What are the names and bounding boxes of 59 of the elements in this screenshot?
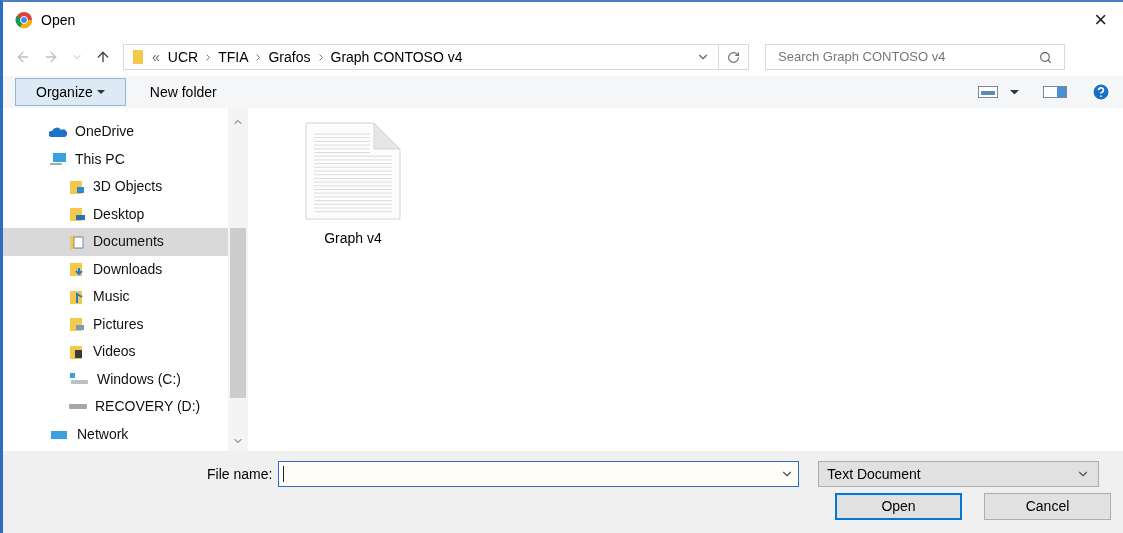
text-file-icon xyxy=(304,122,402,220)
breadcrumb-item[interactable]: UCR xyxy=(167,46,199,68)
tree-item[interactable]: RECOVERY (D:) xyxy=(3,393,228,421)
tree-item[interactable]: Downloads xyxy=(3,255,228,283)
file-type-dropdown[interactable]: Text Document xyxy=(818,461,1100,487)
view-icon[interactable] xyxy=(978,86,998,98)
scrollbar-thumb[interactable] xyxy=(230,228,246,398)
new-folder-button[interactable]: New folder xyxy=(149,81,217,103)
folder-icon xyxy=(69,206,85,223)
organize-button[interactable]: Organize xyxy=(15,78,126,106)
file-item[interactable]: Graph v4 xyxy=(298,122,408,411)
folder-icon xyxy=(132,49,144,65)
tree-item[interactable]: This PC xyxy=(3,145,228,173)
tree-item[interactable]: OneDrive xyxy=(3,118,228,146)
caret-icon xyxy=(96,90,105,94)
computer-icon xyxy=(49,152,67,167)
breadcrumb-item[interactable]: Graph CONTOSO v4 xyxy=(330,46,463,68)
preview-pane-icon[interactable] xyxy=(1043,86,1067,98)
tree-item[interactable]: Windows (C:) xyxy=(3,365,228,393)
tree-item[interactable]: Music xyxy=(3,283,228,311)
chevron-right-icon xyxy=(318,53,323,61)
network-icon xyxy=(49,428,69,441)
cancel-button[interactable]: Cancel xyxy=(984,493,1111,520)
search-field[interactable]: Search Graph CONTOSO v4 xyxy=(765,44,1065,70)
tree-item[interactable]: 3D Objects xyxy=(3,173,228,201)
file-name: Graph v4 xyxy=(324,229,382,248)
folder-icon xyxy=(69,261,85,278)
file-name-field[interactable] xyxy=(278,461,800,487)
tree-item[interactable]: Desktop xyxy=(3,200,228,228)
up-icon[interactable] xyxy=(95,49,111,65)
close-button[interactable]: × xyxy=(1090,9,1111,31)
folder-icon xyxy=(69,343,85,360)
folder-icon xyxy=(69,288,85,305)
folder-icon xyxy=(69,233,85,250)
search-icon[interactable] xyxy=(1039,50,1052,64)
chevron-right-icon xyxy=(256,53,261,61)
breadcrumb-overflow[interactable]: « xyxy=(152,46,160,68)
chevron-right-icon xyxy=(206,53,211,61)
tree-item[interactable]: Documents xyxy=(3,228,228,256)
folder-icon xyxy=(69,316,85,333)
address-bar[interactable]: « UCR TFIA Grafos Graph CONTOSO v4 xyxy=(123,44,749,70)
tree-item[interactable]: Network xyxy=(3,420,228,448)
folder-icon xyxy=(69,178,85,195)
breadcrumb-item[interactable]: TFIA xyxy=(218,46,249,68)
drive-icon xyxy=(69,372,89,387)
open-button[interactable]: Open xyxy=(835,493,962,520)
caret-icon xyxy=(1010,89,1019,95)
drive-icon xyxy=(69,404,87,410)
tree-item[interactable]: Pictures xyxy=(3,310,228,338)
cloud-icon xyxy=(49,125,67,138)
scrollbar[interactable] xyxy=(228,108,248,451)
app-logo-icon xyxy=(15,11,33,29)
file-name-label: File name: xyxy=(207,464,273,484)
search-input[interactable]: Search Graph CONTOSO v4 xyxy=(778,47,1039,67)
breadcrumb-item[interactable]: Grafos xyxy=(268,46,311,68)
help-icon[interactable] xyxy=(1091,82,1111,102)
window-title: Open xyxy=(41,10,77,30)
refresh-icon[interactable] xyxy=(727,50,740,64)
tree-item[interactable]: Videos xyxy=(3,338,228,366)
